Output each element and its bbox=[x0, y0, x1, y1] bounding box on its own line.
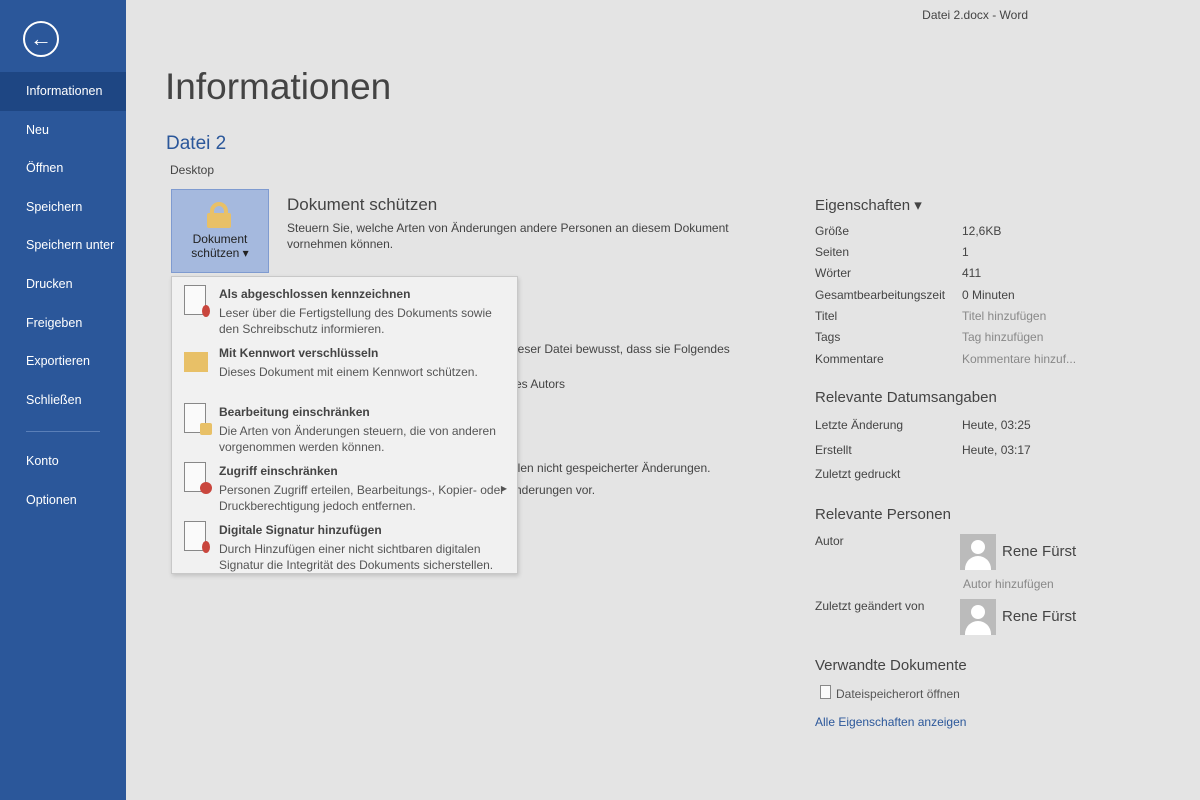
modified-by-label: Zuletzt geändert von bbox=[815, 599, 925, 613]
back-button[interactable]: ← bbox=[23, 21, 59, 57]
ribbon-badge-icon bbox=[202, 305, 210, 317]
related-heading: Verwandte Dokumente bbox=[815, 657, 967, 674]
property-value: 411 bbox=[962, 266, 982, 280]
page-title: Informationen bbox=[165, 66, 392, 107]
menu-item-title: Digitale Signatur hinzufügen bbox=[219, 523, 382, 537]
backstage-sidebar: ← Informationen Neu Öffnen Speichern Spe… bbox=[0, 0, 126, 800]
author-name[interactable]: Rene Fürst bbox=[1002, 543, 1076, 560]
date-value: Heute, 03:17 bbox=[962, 443, 1031, 457]
nav-konto[interactable]: Konto bbox=[0, 442, 126, 481]
menu-item-encrypt-password[interactable]: Mit Kennwort verschlüsseln Dieses Dokume… bbox=[172, 338, 517, 396]
background-text: ieser Datei bewusst, dass sie Folgendes bbox=[515, 342, 730, 356]
nav-exportieren[interactable]: Exportieren bbox=[0, 342, 126, 381]
menu-item-title: Bearbeitung einschränken bbox=[219, 405, 370, 419]
property-label: Wörter bbox=[815, 266, 851, 280]
property-label: Titel bbox=[815, 309, 838, 323]
file-location: Desktop bbox=[170, 163, 215, 177]
window-title: Datei 2.docx - Word bbox=[922, 8, 1028, 22]
lock-icon bbox=[205, 202, 235, 228]
property-value: 1 bbox=[962, 245, 969, 259]
button-label: schützen ▾ bbox=[191, 246, 249, 260]
menu-item-title: Zugriff einschränken bbox=[219, 464, 338, 478]
property-label: Tags bbox=[815, 330, 841, 344]
document-icon bbox=[820, 685, 831, 699]
dates-heading: Relevante Datumsangaben bbox=[815, 389, 997, 406]
menu-item-desc: Durch Hinzufügen einer nicht sichtbaren … bbox=[219, 542, 494, 572]
menu-item-desc: Leser über die Fertigstellung des Dokume… bbox=[219, 306, 492, 336]
avatar bbox=[960, 534, 996, 570]
property-label: Gesamtbearbeitungszeit bbox=[815, 288, 946, 302]
section-title: Dokument schützen bbox=[287, 195, 438, 214]
nav-oeffnen[interactable]: Öffnen bbox=[0, 149, 126, 188]
show-all-properties-link[interactable]: Alle Eigenschaften anzeigen bbox=[815, 715, 966, 729]
menu-item-desc: Dieses Dokument mit einem Kennwort schüt… bbox=[219, 365, 478, 379]
tags-input[interactable]: Tag hinzufügen bbox=[962, 330, 1043, 344]
ribbon-badge-icon bbox=[202, 541, 210, 553]
date-label: Letzte Änderung bbox=[815, 418, 904, 432]
nav-freigeben[interactable]: Freigeben bbox=[0, 304, 126, 343]
menu-item-restrict-access[interactable]: Zugriff einschränken Personen Zugriff er… bbox=[172, 456, 517, 514]
button-label: Dokument bbox=[192, 232, 248, 246]
properties-heading[interactable]: Eigenschaften ▾ bbox=[815, 196, 922, 214]
nav-speichern[interactable]: Speichern bbox=[0, 188, 126, 227]
background-text: nderungen vor. bbox=[515, 483, 596, 497]
background-text: es Autors bbox=[515, 377, 566, 391]
no-entry-badge-icon bbox=[200, 482, 212, 494]
menu-item-restrict-editing[interactable]: Bearbeitung einschränken Die Arten von Ä… bbox=[172, 397, 517, 455]
menu-item-title: Mit Kennwort verschlüsseln bbox=[219, 346, 379, 360]
people-heading: Relevante Personen bbox=[815, 506, 951, 523]
menu-item-mark-final[interactable]: Als abgeschlossen kennzeichnen Leser übe… bbox=[172, 279, 517, 337]
file-name: Datei 2 bbox=[166, 133, 227, 154]
nav-neu[interactable]: Neu bbox=[0, 111, 126, 150]
open-file-location-link[interactable]: Dateispeicherort öffnen bbox=[836, 687, 960, 701]
modified-by-name[interactable]: Rene Fürst bbox=[1002, 608, 1076, 625]
title-input[interactable]: Titel hinzufügen bbox=[962, 309, 1046, 323]
date-label: Erstellt bbox=[815, 443, 852, 457]
submenu-arrow-icon: ▶ bbox=[500, 484, 507, 493]
arrow-left-icon: ← bbox=[30, 26, 52, 51]
date-value: Heute, 03:25 bbox=[962, 418, 1031, 432]
lock-badge-icon bbox=[200, 423, 212, 435]
property-label: Kommentare bbox=[815, 352, 884, 366]
property-label: Seiten bbox=[815, 245, 850, 259]
avatar bbox=[960, 599, 996, 635]
property-label: Größe bbox=[815, 224, 850, 238]
nav-optionen[interactable]: Optionen bbox=[0, 481, 126, 520]
menu-item-title: Als abgeschlossen kennzeichnen bbox=[219, 287, 411, 301]
padlock-key-icon bbox=[184, 352, 208, 372]
property-value: 12,6KB bbox=[962, 224, 1002, 238]
menu-item-desc: Die Arten von Änderungen steuern, die vo… bbox=[219, 424, 496, 454]
nav-informationen[interactable]: Informationen bbox=[0, 72, 126, 111]
add-author-link[interactable]: Autor hinzufügen bbox=[963, 577, 1054, 591]
property-value: 0 Minuten bbox=[962, 288, 1015, 302]
nav-speichern-unter[interactable]: Speichern unter bbox=[0, 226, 126, 265]
author-label: Autor bbox=[815, 534, 844, 548]
date-label: Zuletzt gedruckt bbox=[815, 467, 901, 481]
menu-item-desc: Personen Zugriff erteilen, Bearbeitungs-… bbox=[219, 483, 505, 513]
menu-item-digital-signature[interactable]: Digitale Signatur hinzufügen Durch Hinzu… bbox=[172, 515, 517, 573]
comments-input[interactable]: Kommentare hinzuf... bbox=[962, 352, 1076, 366]
divider bbox=[26, 431, 100, 433]
section-description: Steuern Sie, welche Arten von Änderungen… bbox=[287, 221, 729, 251]
protect-document-button[interactable]: Dokument schützen ▾ bbox=[171, 189, 269, 273]
protect-dropdown-menu: Als abgeschlossen kennzeichnen Leser übe… bbox=[171, 276, 518, 574]
nav-drucken[interactable]: Drucken bbox=[0, 265, 126, 304]
background-text: llen nicht gespeicherter Änderungen. bbox=[515, 461, 711, 475]
nav-schliessen[interactable]: Schließen bbox=[0, 381, 126, 420]
